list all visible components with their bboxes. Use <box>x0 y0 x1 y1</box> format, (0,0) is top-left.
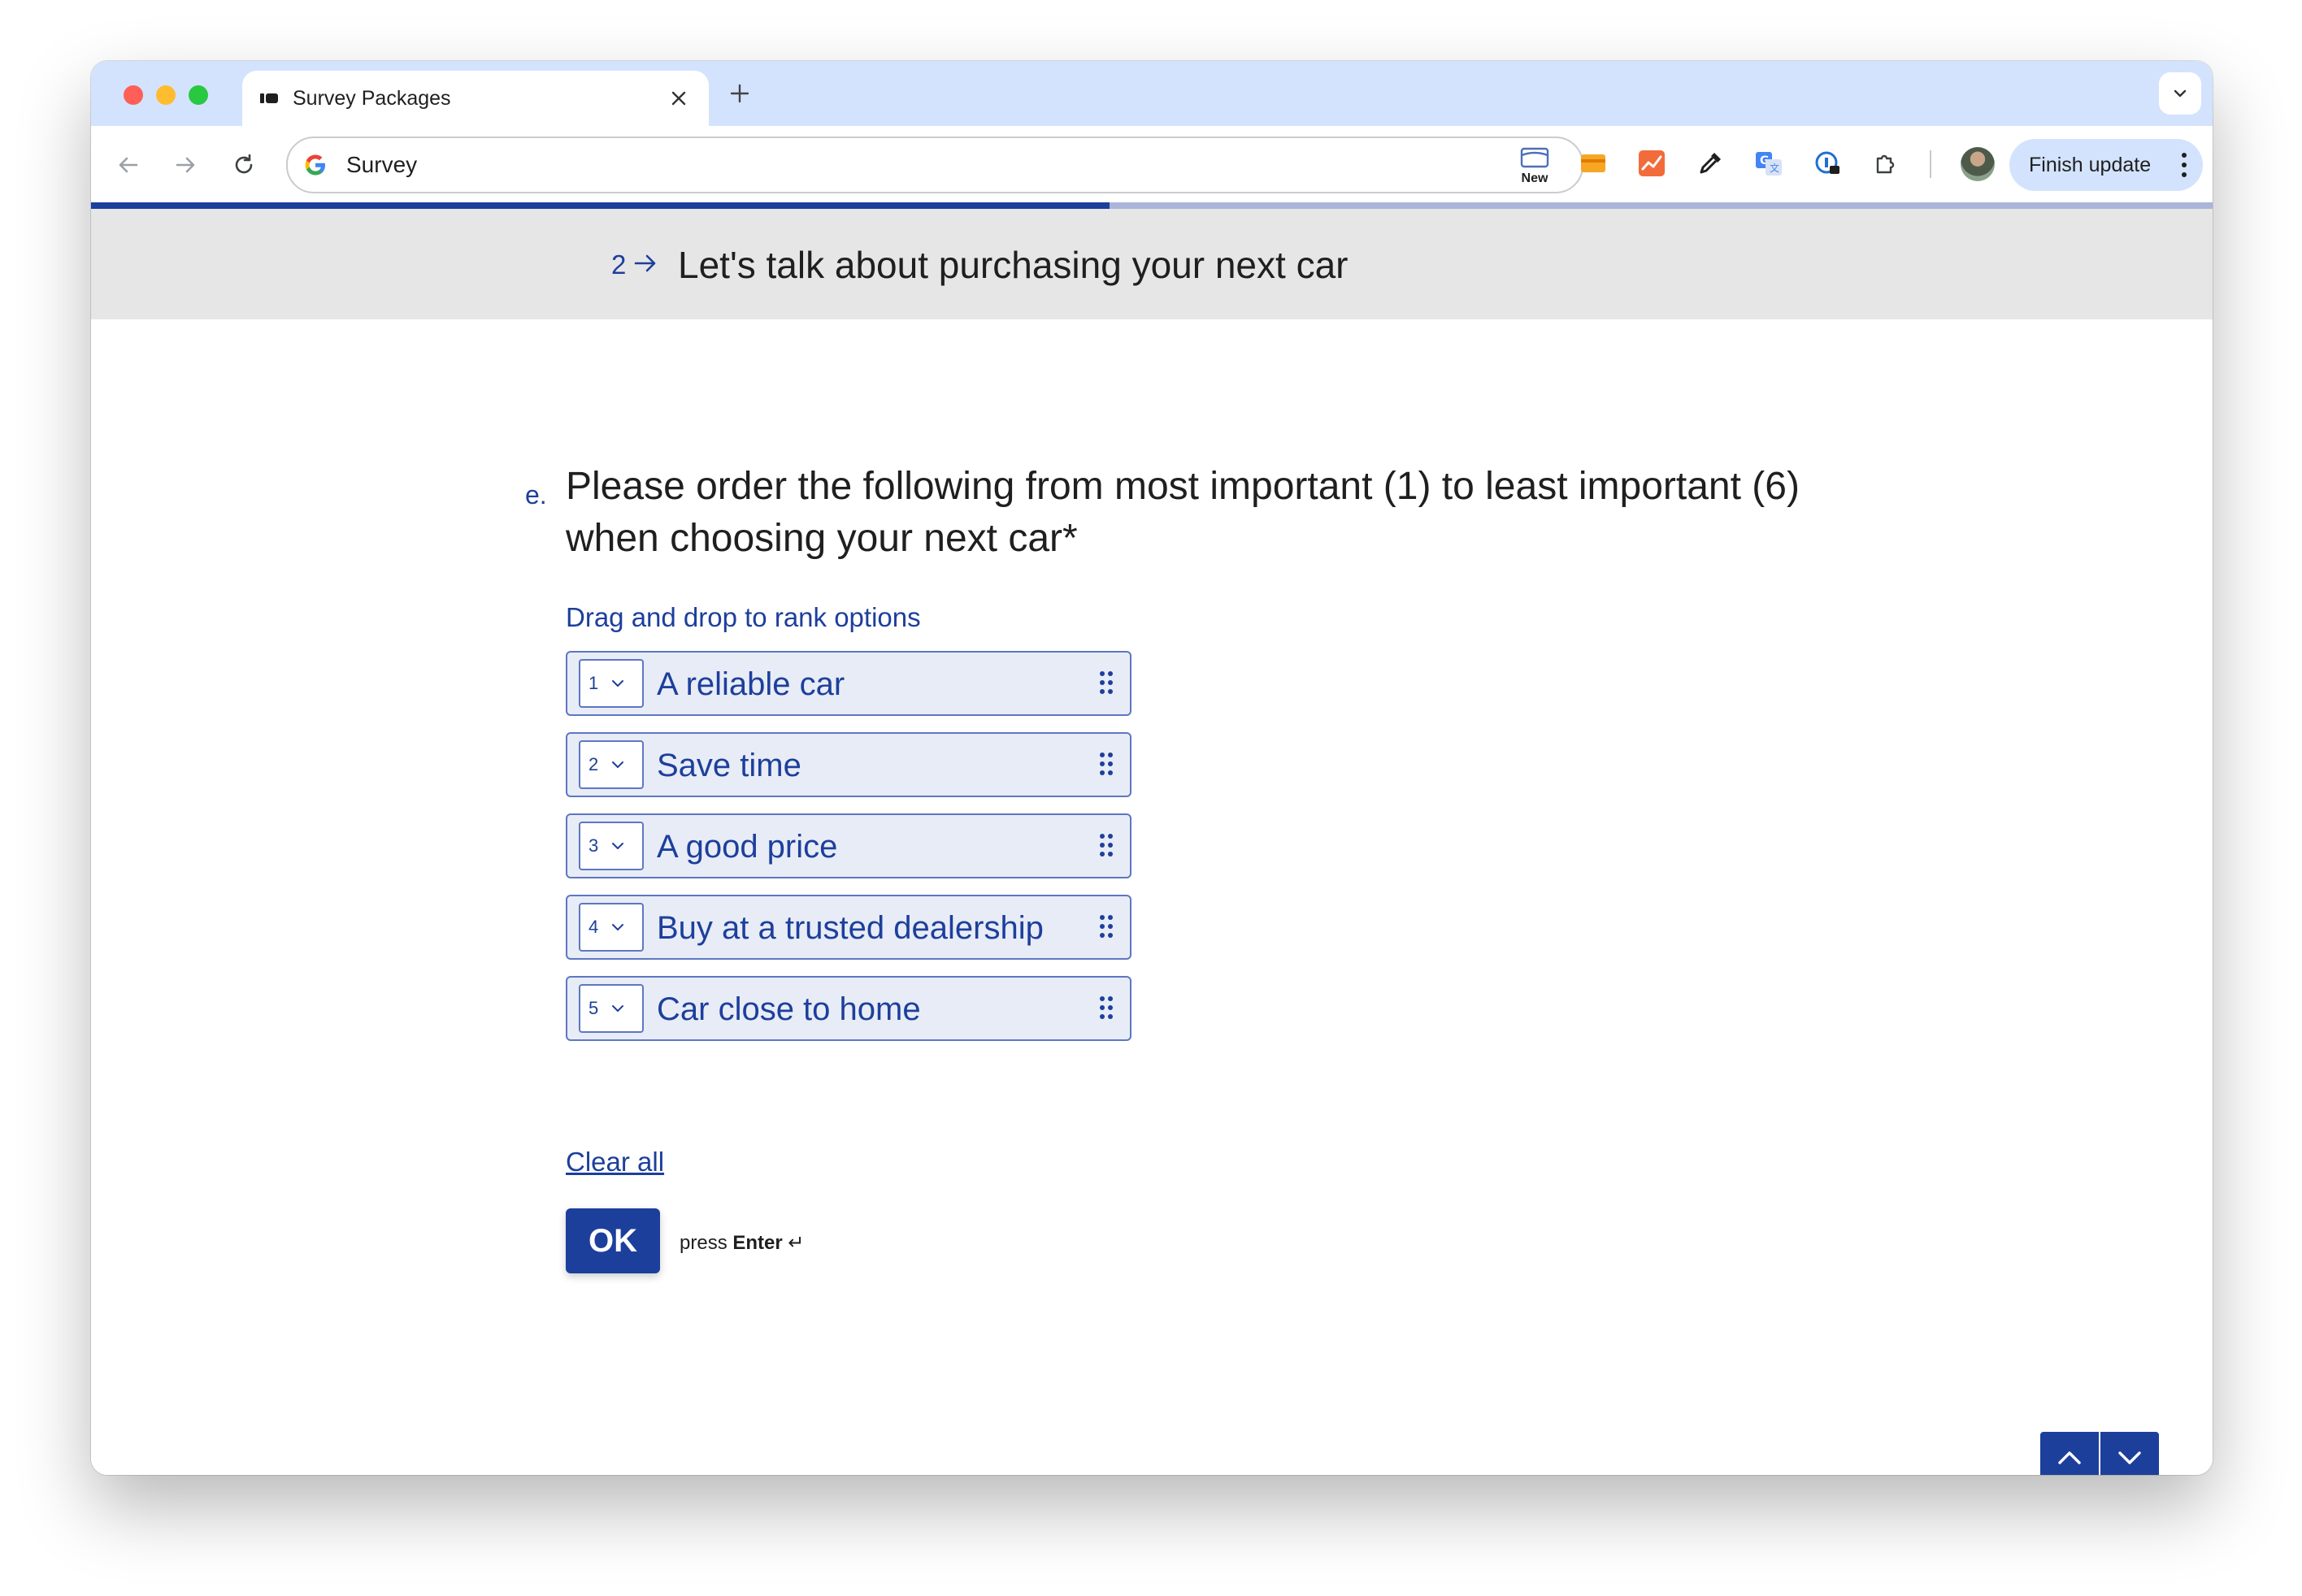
rank-number: 2 <box>589 754 599 774</box>
extension-button-eyedropper[interactable] <box>1692 145 1728 181</box>
extensions-menu-button[interactable] <box>1868 145 1904 181</box>
eyedropper-icon <box>1700 153 1721 174</box>
reload-icon <box>235 154 253 174</box>
enter-key-icon: ↵ <box>788 1232 805 1254</box>
close-window-button[interactable] <box>124 85 143 105</box>
window-icon <box>1520 147 1549 168</box>
chevron-down-icon <box>2174 89 2187 98</box>
section-number: 2 <box>611 249 627 280</box>
finish-update-label: Finish update <box>2029 154 2152 176</box>
drag-handle-icon[interactable] <box>1099 914 1114 939</box>
survey-page: 2 Let's talk about purchasing your next … <box>91 209 2213 1475</box>
rank-number: 4 <box>589 917 599 937</box>
tab-survey-packages[interactable]: Survey Packages <box>242 71 709 126</box>
chevron-down-icon <box>612 924 623 930</box>
google-icon <box>305 154 325 176</box>
drag-handle-icon[interactable] <box>1099 995 1114 1020</box>
tab-title: Survey Packages <box>293 87 451 110</box>
new-extension-button[interactable]: New <box>1517 145 1553 185</box>
minimize-window-button[interactable] <box>156 85 176 105</box>
ranking-option[interactable]: 5 Car close to home <box>566 976 1131 1041</box>
extension-button-analytics[interactable] <box>1634 145 1670 181</box>
option-label: Buy at a trusted dealership <box>657 910 1044 946</box>
press-label: press <box>680 1232 728 1254</box>
section-header: 2 Let's talk about purchasing your next … <box>91 209 2213 319</box>
question-navigation <box>2040 1432 2159 1475</box>
ranking-list: 1 A reliable car 2 Save time 3 A good pr… <box>566 651 1131 1057</box>
tab-search-button[interactable] <box>2159 72 2201 115</box>
chevron-down-icon <box>612 1005 623 1012</box>
survey-favicon-icon <box>260 93 278 103</box>
drag-handle-icon[interactable] <box>1099 752 1114 776</box>
arrow-left-icon <box>119 157 138 173</box>
rank-number: 1 <box>589 673 599 693</box>
svg-text:文: 文 <box>1770 162 1779 174</box>
extension-button-card[interactable] <box>1575 145 1611 181</box>
extension-button-translate[interactable]: G文 <box>1751 145 1787 181</box>
clear-all-link[interactable]: Clear all <box>566 1147 664 1177</box>
browser-window: Survey Packages Survey New G 文 Finish up… <box>91 61 2213 1475</box>
ranking-option[interactable]: 3 A good price <box>566 813 1131 878</box>
rank-select[interactable]: 1 <box>579 659 644 708</box>
arrow-right-icon <box>634 254 656 272</box>
option-label: A good price <box>657 829 838 865</box>
toolbar-separator <box>1930 150 1931 178</box>
ranking-hint: Drag and drop to rank options <box>566 602 921 632</box>
browser-toolbar: Survey New G文 Finish update <box>91 126 2213 204</box>
address-text: Survey <box>346 152 418 177</box>
enter-key-label: Enter <box>732 1232 783 1254</box>
tab-close-icon[interactable] <box>665 84 693 111</box>
chart-icon <box>1639 150 1665 176</box>
profile-avatar[interactable] <box>1961 147 1995 181</box>
chevron-down-icon <box>612 843 623 849</box>
previous-question-button[interactable] <box>2040 1432 2099 1475</box>
survey-progress-fill <box>91 202 1110 209</box>
section-title: Let's talk about purchasing your next ca… <box>678 244 1349 286</box>
reload-button[interactable] <box>228 149 260 181</box>
option-label: Car close to home <box>657 991 921 1027</box>
rank-number: 3 <box>589 835 599 856</box>
rank-number: 5 <box>589 998 599 1018</box>
drag-handle-icon[interactable] <box>1099 670 1114 695</box>
rank-select[interactable]: 2 <box>579 740 644 789</box>
rank-select[interactable]: 5 <box>579 984 644 1033</box>
new-tab-button[interactable] <box>723 77 756 110</box>
question-text: Please order the following from most imp… <box>566 465 1800 560</box>
option-label: A reliable car <box>657 666 845 702</box>
forward-button[interactable] <box>169 149 202 181</box>
chevron-down-icon <box>612 761 623 768</box>
chevron-down-icon <box>612 680 623 687</box>
finish-update-button[interactable]: Finish update <box>2009 139 2203 191</box>
more-vertical-icon <box>2182 153 2187 177</box>
translate-icon: G文 <box>1756 152 1782 176</box>
extension-button-password[interactable] <box>1809 145 1845 181</box>
press-enter-hint: press Enter ↵ <box>680 1231 805 1255</box>
next-question-button[interactable] <box>2100 1432 2159 1475</box>
option-label: Save time <box>657 748 801 783</box>
arrow-right-icon <box>176 157 195 173</box>
rank-select[interactable]: 4 <box>579 903 644 952</box>
plus-icon <box>730 84 749 103</box>
ranking-option[interactable]: 4 Buy at a trusted dealership <box>566 895 1131 960</box>
rank-select[interactable]: 3 <box>579 822 644 870</box>
chevron-up-icon <box>2058 1451 2081 1464</box>
ranking-option[interactable]: 2 Save time <box>566 732 1131 797</box>
drag-handle-icon[interactable] <box>1099 833 1114 857</box>
card-icon <box>1581 154 1605 172</box>
puzzle-icon <box>1876 154 1895 174</box>
tab-strip: Survey Packages <box>91 61 2213 126</box>
new-extension-label: New <box>1521 171 1548 185</box>
back-button[interactable] <box>112 149 145 181</box>
question-letter: e. <box>525 480 547 510</box>
maximize-window-button[interactable] <box>189 85 208 105</box>
ranking-option[interactable]: 1 A reliable car <box>566 651 1131 716</box>
password-manager-icon <box>1815 151 1839 174</box>
chevron-down-icon <box>2118 1451 2141 1464</box>
ok-button[interactable]: OK <box>566 1208 660 1273</box>
address-bar[interactable]: Survey <box>286 137 1583 193</box>
survey-progress-bar <box>91 202 2213 209</box>
